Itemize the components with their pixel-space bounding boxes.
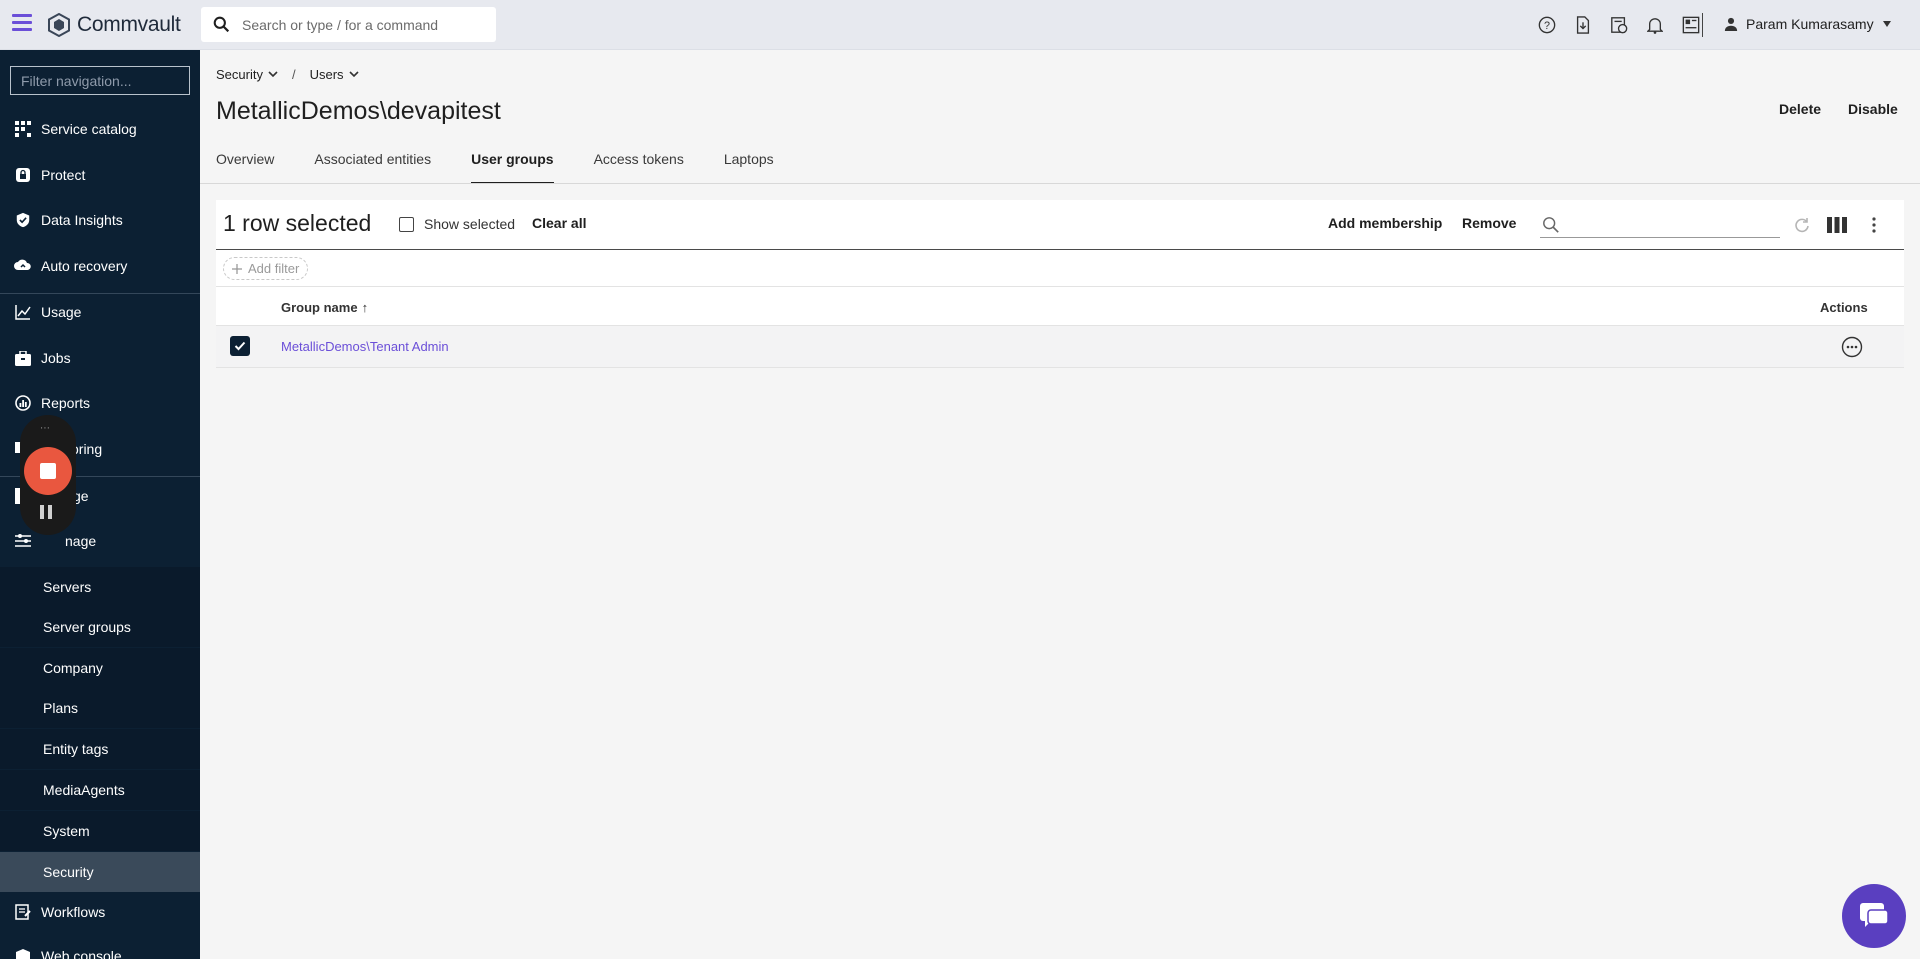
- tab-access-tokens[interactable]: Access tokens: [594, 150, 684, 184]
- add-filter-button[interactable]: Add filter: [223, 257, 309, 280]
- checkmark-icon: [234, 341, 246, 351]
- show-selected-toggle[interactable]: Show selected: [399, 216, 515, 232]
- schedule-icon[interactable]: [1608, 14, 1630, 36]
- breadcrumb-users[interactable]: Users: [310, 67, 359, 82]
- more-horizontal-icon: [1841, 336, 1863, 358]
- sidebar-subitem-company[interactable]: Company: [0, 648, 200, 688]
- caret-down-icon: [1882, 21, 1891, 27]
- column-header-actions: Actions: [1820, 300, 1868, 315]
- grid-toolbar: 1 row selected Show selected Clear all A…: [216, 200, 1904, 250]
- briefcase-icon: [14, 349, 32, 367]
- help-icon[interactable]: ?: [1536, 14, 1558, 36]
- sidebar-subitem-servers[interactable]: Servers: [0, 567, 200, 607]
- sidebar-item-protect[interactable]: Protect: [0, 155, 200, 195]
- tab-laptops[interactable]: Laptops: [724, 150, 774, 184]
- sidebar-subitem-security[interactable]: Security: [0, 852, 200, 892]
- global-search[interactable]: [201, 7, 496, 42]
- svg-text:?: ?: [1544, 20, 1550, 32]
- navigation-filter-input[interactable]: [10, 66, 190, 95]
- stop-icon: [40, 463, 56, 479]
- show-selected-checkbox[interactable]: [399, 216, 414, 232]
- chat-icon: [1860, 903, 1889, 927]
- tab-user-groups[interactable]: User groups: [471, 150, 555, 184]
- report-icon: [14, 394, 32, 412]
- cloud-recovery-icon: [14, 257, 32, 275]
- console-icon: [14, 947, 32, 959]
- filter-row: Add filter: [216, 250, 1904, 287]
- sidebar-subitem-server-groups[interactable]: Server groups: [0, 607, 200, 647]
- dashboard-icon[interactable]: [1680, 14, 1702, 36]
- table-row[interactable]: MetallicDemos\Tenant Admin: [216, 326, 1904, 368]
- add-membership-button[interactable]: Add membership: [1328, 215, 1442, 231]
- breadcrumb-separator: /: [291, 67, 296, 82]
- clear-all-button[interactable]: Clear all: [532, 215, 586, 231]
- user-name: Param Kumarasamy: [1746, 16, 1874, 32]
- more-options-icon[interactable]: [1863, 214, 1885, 236]
- top-bar-divider: [1702, 13, 1703, 37]
- grid-search-input[interactable]: [1568, 216, 1768, 233]
- remove-button[interactable]: Remove: [1462, 215, 1516, 231]
- chevron-down-icon: [348, 71, 359, 78]
- selection-count: 1 row selected: [223, 210, 372, 236]
- refresh-icon[interactable]: [1791, 214, 1813, 236]
- tab-bar: Overview Associated entities User groups…: [216, 150, 814, 184]
- sort-ascending-icon: ↑: [361, 300, 369, 315]
- hamburger-menu-icon[interactable]: [12, 14, 32, 32]
- manage-icon: [14, 532, 32, 550]
- sidebar-item-reports[interactable]: Reports: [0, 383, 200, 423]
- brand-name: Commvault: [77, 13, 181, 36]
- user-icon: [1724, 17, 1738, 31]
- workflow-icon: [14, 903, 32, 921]
- row-checkbox[interactable]: [230, 336, 250, 356]
- page-title: MetallicDemos\devapitest: [216, 97, 501, 125]
- global-search-input[interactable]: [242, 16, 482, 33]
- download-icon[interactable]: [1572, 14, 1594, 36]
- plus-icon: [232, 263, 242, 274]
- user-groups-grid: 1 row selected Show selected Clear all A…: [216, 200, 1904, 368]
- chevron-down-icon: [268, 71, 278, 78]
- tab-overview[interactable]: Overview: [216, 150, 274, 184]
- sidebar-item-usage[interactable]: Usage: [0, 292, 200, 332]
- grid-icon: [14, 120, 32, 138]
- commvault-logo[interactable]: Commvault: [47, 12, 181, 38]
- chart-line-icon: [14, 303, 32, 321]
- column-header-group-name[interactable]: Group name ↑: [281, 300, 368, 315]
- columns-icon[interactable]: [1826, 214, 1848, 236]
- shield-lock-icon: [14, 166, 32, 184]
- sidebar-item-service-catalog[interactable]: Service catalog: [0, 109, 200, 149]
- search-icon: [213, 16, 230, 33]
- commvault-logo-icon: [48, 13, 70, 37]
- grid-search[interactable]: [1540, 212, 1780, 238]
- top-bar: Commvault ? Param Kumarasamy: [0, 0, 1920, 50]
- screen-recorder-widget: ⋯: [20, 415, 76, 535]
- chat-support-button[interactable]: [1842, 884, 1906, 948]
- sidebar-subitem-system[interactable]: System: [0, 811, 200, 851]
- delete-button[interactable]: Delete: [1779, 101, 1821, 117]
- tabs-divider: [200, 183, 1920, 184]
- user-menu[interactable]: Param Kumarasamy: [1724, 16, 1892, 32]
- sidebar-item-auto-recovery[interactable]: Auto recovery: [0, 246, 200, 286]
- sidebar-subitem-entity-tags[interactable]: Entity tags: [0, 729, 200, 769]
- group-name-link[interactable]: MetallicDemos\Tenant Admin: [281, 339, 449, 354]
- table-header: Group name ↑ Actions: [216, 287, 1904, 326]
- sidebar-item-data-insights[interactable]: Data Insights: [0, 200, 200, 240]
- sidebar-item-workflows[interactable]: Workflows: [0, 892, 200, 932]
- disable-button[interactable]: Disable: [1848, 101, 1898, 117]
- drag-handle-icon[interactable]: ⋯: [40, 423, 51, 434]
- sidebar-item-web-console[interactable]: Web console: [0, 936, 200, 959]
- notification-bell-icon[interactable]: [1644, 14, 1666, 36]
- pause-recording-button[interactable]: [40, 505, 56, 519]
- sidebar-item-jobs[interactable]: Jobs: [0, 338, 200, 378]
- search-icon: [1543, 216, 1559, 233]
- sidebar-subitem-plans[interactable]: Plans: [0, 688, 200, 728]
- stop-recording-button[interactable]: [24, 447, 72, 495]
- breadcrumb: Security / Users: [216, 67, 359, 82]
- row-actions-button[interactable]: [1841, 336, 1863, 358]
- breadcrumb-security[interactable]: Security: [216, 67, 278, 82]
- shield-check-icon: [14, 211, 32, 229]
- tab-associated-entities[interactable]: Associated entities: [314, 150, 431, 184]
- sidebar-subitem-mediaagents[interactable]: MediaAgents: [0, 770, 200, 810]
